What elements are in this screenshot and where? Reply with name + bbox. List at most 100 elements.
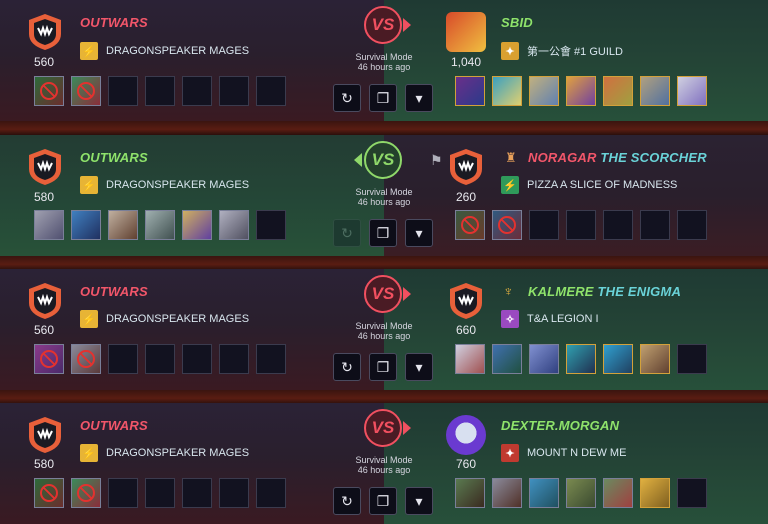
team-cards [34, 76, 286, 106]
guild-info: ⚡ PIZZA A SLICE OF MADNESS [501, 176, 677, 194]
player-avatar[interactable] [25, 147, 65, 187]
replay-button[interactable]: ↻ [333, 84, 361, 112]
opponent-rating: 760 [455, 457, 477, 471]
monster-card[interactable] [455, 344, 485, 374]
monster-card[interactable] [603, 344, 633, 374]
empty-card-slot [108, 76, 138, 106]
monster-card[interactable] [219, 210, 249, 240]
battle-time: 46 hours ago [357, 62, 411, 72]
monster-card[interactable] [677, 76, 707, 106]
opponent-rating: 1,040 [450, 55, 482, 69]
monster-card[interactable] [34, 76, 64, 106]
battle-mode: Survival Mode [355, 52, 413, 62]
empty-card-slot [182, 344, 212, 374]
monster-card[interactable] [34, 210, 64, 240]
monster-card[interactable] [145, 210, 175, 240]
monster-card[interactable] [492, 478, 522, 508]
monster-card[interactable] [566, 344, 596, 374]
monster-card[interactable] [492, 210, 522, 240]
monster-card[interactable] [108, 210, 138, 240]
lightning-guild-icon: ⚡ [80, 176, 98, 194]
guild-info: ⚡ DRAGONSPEAKER MAGES [80, 176, 249, 194]
empty-card-slot [566, 210, 596, 240]
player-name[interactable]: OUTWARS [80, 150, 148, 165]
empty-card-slot [677, 478, 707, 508]
monster-card[interactable] [71, 76, 101, 106]
empty-card-slot [145, 344, 175, 374]
opponent-avatar[interactable] [446, 147, 486, 187]
player-name[interactable]: OUTWARS [80, 284, 148, 299]
expand-button[interactable]: ▾ [405, 219, 433, 247]
monster-card[interactable] [529, 344, 559, 374]
player-name[interactable]: OUTWARS [80, 15, 148, 30]
monster-card[interactable] [529, 76, 559, 106]
monster-card[interactable] [455, 210, 485, 240]
monster-card[interactable] [640, 478, 670, 508]
monster-card[interactable] [492, 344, 522, 374]
empty-card-slot [529, 210, 559, 240]
battle-center: VS Survival Mode 46 hours ago ↻ ❐ ▾ [330, 403, 438, 524]
monster-card[interactable] [603, 76, 633, 106]
monster-card[interactable] [492, 76, 522, 106]
guild-name: DRAGONSPEAKER MAGES [106, 45, 250, 57]
winner-arrow-icon [403, 287, 411, 301]
copy-button[interactable]: ❐ [369, 84, 397, 112]
battle-center: VS ⚑ Survival Mode 46 hours ago ↻ ❐ ▾ [330, 135, 443, 256]
empty-card-slot [256, 344, 286, 374]
team-cards [455, 344, 707, 374]
lightning-guild-icon: ⚡ [80, 444, 98, 462]
player-name[interactable]: OUTWARS [80, 418, 148, 433]
battle-center: VS Survival Mode 46 hours ago ↻ ❐ ▾ [330, 0, 438, 121]
monster-card[interactable] [71, 344, 101, 374]
player-avatar[interactable] [25, 12, 65, 52]
monster-card[interactable] [71, 210, 101, 240]
opponent-title: THE ENIGMA [597, 284, 682, 299]
opponent-name[interactable]: KALMERE THE ENIGMA [528, 284, 681, 299]
monster-card[interactable] [529, 478, 559, 508]
monster-card[interactable] [640, 344, 670, 374]
expand-button[interactable]: ▾ [405, 353, 433, 381]
team-cards [34, 344, 286, 374]
monster-card[interactable] [455, 478, 485, 508]
battle-row-3[interactable]: 560 OUTWARS ⚡ DRAGONSPEAKER MAGES VS Sur… [0, 269, 768, 390]
monster-card[interactable] [566, 76, 596, 106]
monster-card[interactable] [603, 478, 633, 508]
expand-button[interactable]: ▾ [405, 487, 433, 515]
replay-button[interactable]: ↻ [333, 487, 361, 515]
opponent-name[interactable]: NORAGAR THE SCORCHER [528, 150, 707, 165]
monster-card[interactable] [182, 210, 212, 240]
player-rating: 580 [33, 457, 55, 471]
opponent-avatar[interactable] [446, 12, 486, 52]
empty-card-slot [108, 478, 138, 508]
empty-card-slot [603, 210, 633, 240]
battle-center: VS Survival Mode 46 hours ago ↻ ❐ ▾ [330, 269, 438, 390]
opponent-name[interactable]: DEXTER.MORGAN [501, 418, 619, 433]
opponent-rating: 660 [455, 323, 477, 337]
player-avatar[interactable] [25, 415, 65, 455]
opponent-title: THE SCORCHER [600, 150, 707, 165]
opponent-avatar[interactable] [446, 281, 486, 321]
battle-row-1[interactable]: 560 OUTWARS ⚡ DRAGONSPEAKER MAGES VS Sur… [0, 0, 768, 121]
copy-button[interactable]: ❐ [369, 353, 397, 381]
player-avatar[interactable] [25, 281, 65, 321]
monster-card[interactable] [455, 76, 485, 106]
battle-separator [0, 390, 768, 404]
opponent-avatar[interactable] [446, 415, 486, 455]
copy-button[interactable]: ❐ [369, 487, 397, 515]
replay-button[interactable]: ↻ [333, 353, 361, 381]
battle-row-2[interactable]: 580 OUTWARS ⚡ DRAGONSPEAKER MAGES VS ⚑ S… [0, 135, 768, 256]
monster-card[interactable] [566, 478, 596, 508]
battle-mode: Survival Mode [355, 321, 413, 331]
guild-emblem-icon: ✧ [501, 310, 519, 328]
team-cards [455, 210, 707, 240]
lightning-guild-icon: ⚡ [80, 42, 98, 60]
monster-card[interactable] [34, 478, 64, 508]
monster-card[interactable] [34, 344, 64, 374]
expand-button[interactable]: ▾ [405, 84, 433, 112]
opponent-name[interactable]: SBID [501, 15, 533, 30]
copy-button[interactable]: ❐ [369, 219, 397, 247]
battle-row-4[interactable]: 580 OUTWARS ⚡ DRAGONSPEAKER MAGES VS Sur… [0, 403, 768, 524]
monster-card[interactable] [640, 76, 670, 106]
guild-info: ✦ 第一公會 #1 GUILD [501, 42, 623, 60]
monster-card[interactable] [71, 478, 101, 508]
